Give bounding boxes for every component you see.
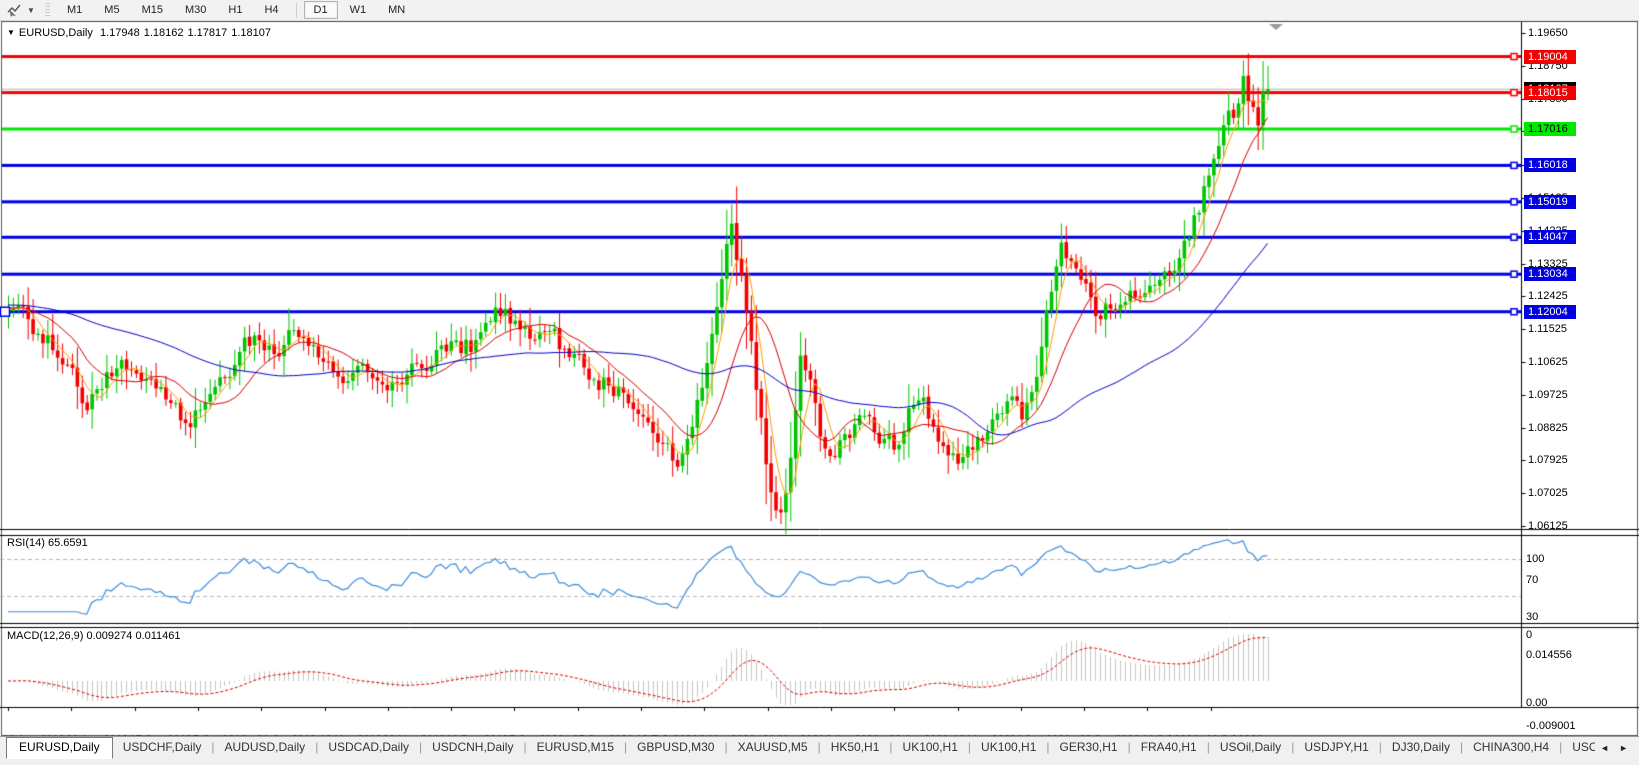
chart-tab-usoil-daily[interactable]: USOil,Daily <box>1210 737 1291 757</box>
rsi-axis-tick: 0 <box>1526 628 1533 641</box>
tabs-scroll-left-icon[interactable]: ◄ <box>1595 740 1614 756</box>
collapse-triangle-icon[interactable]: ▼ <box>7 28 15 37</box>
macd-axis-tick: -0.009001 <box>1526 720 1576 732</box>
chart-tab-eurusd-daily[interactable]: EURUSD,Daily <box>6 737 113 759</box>
chart-tab-usdjpy-h1[interactable]: USDJPY,H1 <box>1294 737 1378 757</box>
price-axis-tick: 1.06125 <box>1528 520 1568 533</box>
chart-symbol: EURUSD,Daily <box>18 27 93 39</box>
price-axis-tick: 1.07025 <box>1528 487 1568 500</box>
timeframe-button-w1[interactable]: W1 <box>340 1 377 19</box>
ohlc-open: 1.17948 <box>99 27 140 39</box>
price-axis-tick: 1.07925 <box>1528 454 1568 467</box>
price-axis-tick: 1.12425 <box>1528 290 1568 303</box>
hline-price-label: 1.17016 <box>1524 122 1576 137</box>
rsi-axis-tick: 70 <box>1526 573 1539 586</box>
chart-tab-uk100-h1[interactable]: UK100,H1 <box>971 737 1046 757</box>
timeframe-button-m5[interactable]: M5 <box>94 1 129 19</box>
chart-tab-usdcad-daily[interactable]: USDCAD,Daily <box>318 737 419 757</box>
rsi-axis-tick: 30 <box>1526 610 1539 623</box>
chart-tab-uk100-h1[interactable]: UK100,H1 <box>893 737 968 757</box>
ohlc-high: 1.18162 <box>143 27 184 39</box>
chart-window: ▼ EURUSD,Daily 1.17948 1.18162 1.17817 1.181… <box>0 21 1639 746</box>
timeframe-button-m15[interactable]: M15 <box>132 1 173 19</box>
tabs-scroll-right-icon[interactable]: ► <box>1614 740 1633 756</box>
price-axis-tick: 1.08825 <box>1528 421 1568 434</box>
chart-cursor-icon[interactable] <box>3 1 25 19</box>
macd-axis-tick: 0.00 <box>1526 697 1548 709</box>
timeframe-button-h1[interactable]: H1 <box>218 1 252 19</box>
timeframe-button-m1[interactable]: M1 <box>57 1 92 19</box>
hline-price-label: 1.13034 <box>1524 267 1576 282</box>
chart-tab-eurusd-m15[interactable]: EURUSD,M15 <box>527 737 624 757</box>
rsi-axis-tick: 100 <box>1526 553 1545 565</box>
hline-price-label: 1.12004 <box>1524 304 1576 319</box>
chart-tab-hk50-h1[interactable]: HK50,H1 <box>821 737 890 757</box>
chart-tab-dj30-daily[interactable]: DJ30,Daily <box>1382 737 1460 757</box>
price-axis-tick: 1.10625 <box>1528 356 1568 369</box>
chart-tab-xauusd-m5[interactable]: XAUUSD,M5 <box>728 737 818 757</box>
rsi-indicator-label: RSI(14) 65.6591 <box>7 537 88 549</box>
chart-canvas[interactable] <box>0 21 1639 736</box>
price-axis-tick: 1.09725 <box>1528 388 1568 401</box>
hline-price-label: 1.18015 <box>1524 85 1576 100</box>
price-axis-tick: 1.19650 <box>1528 26 1568 39</box>
rsi-value: 65.6591 <box>47 537 88 549</box>
hline-price-label: 1.19004 <box>1524 49 1576 64</box>
timeframe-button-d1[interactable]: D1 <box>303 1 338 19</box>
ohlc-close: 1.18107 <box>231 27 272 39</box>
chart-tab-fra40-h1[interactable]: FRA40,H1 <box>1131 737 1207 757</box>
timeframe-toolbar: ▼ M1 M5 M15 M30 H1 H4 D1 W1 MN <box>0 0 1639 21</box>
timeframe-button-h4[interactable]: H4 <box>254 1 288 19</box>
hline-price-label: 1.15019 <box>1524 194 1576 209</box>
chart-tab-audusd-daily[interactable]: AUDUSD,Daily <box>215 737 316 757</box>
chart-tab-usdchf-daily[interactable]: USDCHF,Daily <box>113 737 212 757</box>
ohlc-low: 1.17817 <box>187 27 228 39</box>
chart-tab-usdcnh-daily[interactable]: USDCNH,Daily <box>422 737 523 757</box>
chart-tab-china300-h4[interactable]: CHINA300,H4 <box>1463 737 1559 757</box>
macd-signal-value: 0.011461 <box>135 630 181 642</box>
mt4-window: ▼ M1 M5 M15 M30 H1 H4 D1 W1 MN ▼ EURUSD,Daily 1.1… <box>0 0 1639 765</box>
macd-main-value: 0.009274 <box>86 630 133 642</box>
toolbar-separator <box>295 2 297 18</box>
chart-tab-ger30-h1[interactable]: GER30,H1 <box>1050 737 1128 757</box>
macd-axis-tick: 0.014556 <box>1526 648 1572 661</box>
chart-title: ▼ EURUSD,Daily 1.17948 1.18162 1.17817 1.181… <box>7 27 275 39</box>
toolbar-grip[interactable] <box>45 3 50 17</box>
macd-indicator-label: MACD(12,26,9) 0.009274 0.011461 <box>7 630 181 642</box>
hline-price-label: 1.14047 <box>1524 230 1576 245</box>
hline-price-label: 1.16018 <box>1524 158 1576 173</box>
chart-tab-gbpusd-m30[interactable]: GBPUSD,M30 <box>627 737 724 757</box>
price-axis-tick: 1.11525 <box>1528 323 1567 336</box>
timeframe-button-m30[interactable]: M30 <box>175 1 216 19</box>
chart-tab-bar: EURUSD,Daily USDCHF,Daily | AUDUSD,Daily | US… <box>0 736 1639 765</box>
chart-tab-usoil-h[interactable]: USOil,H <box>1562 737 1595 757</box>
chevron-down-icon[interactable]: ▼ <box>25 1 37 19</box>
timeframe-button-mn[interactable]: MN <box>378 1 415 19</box>
